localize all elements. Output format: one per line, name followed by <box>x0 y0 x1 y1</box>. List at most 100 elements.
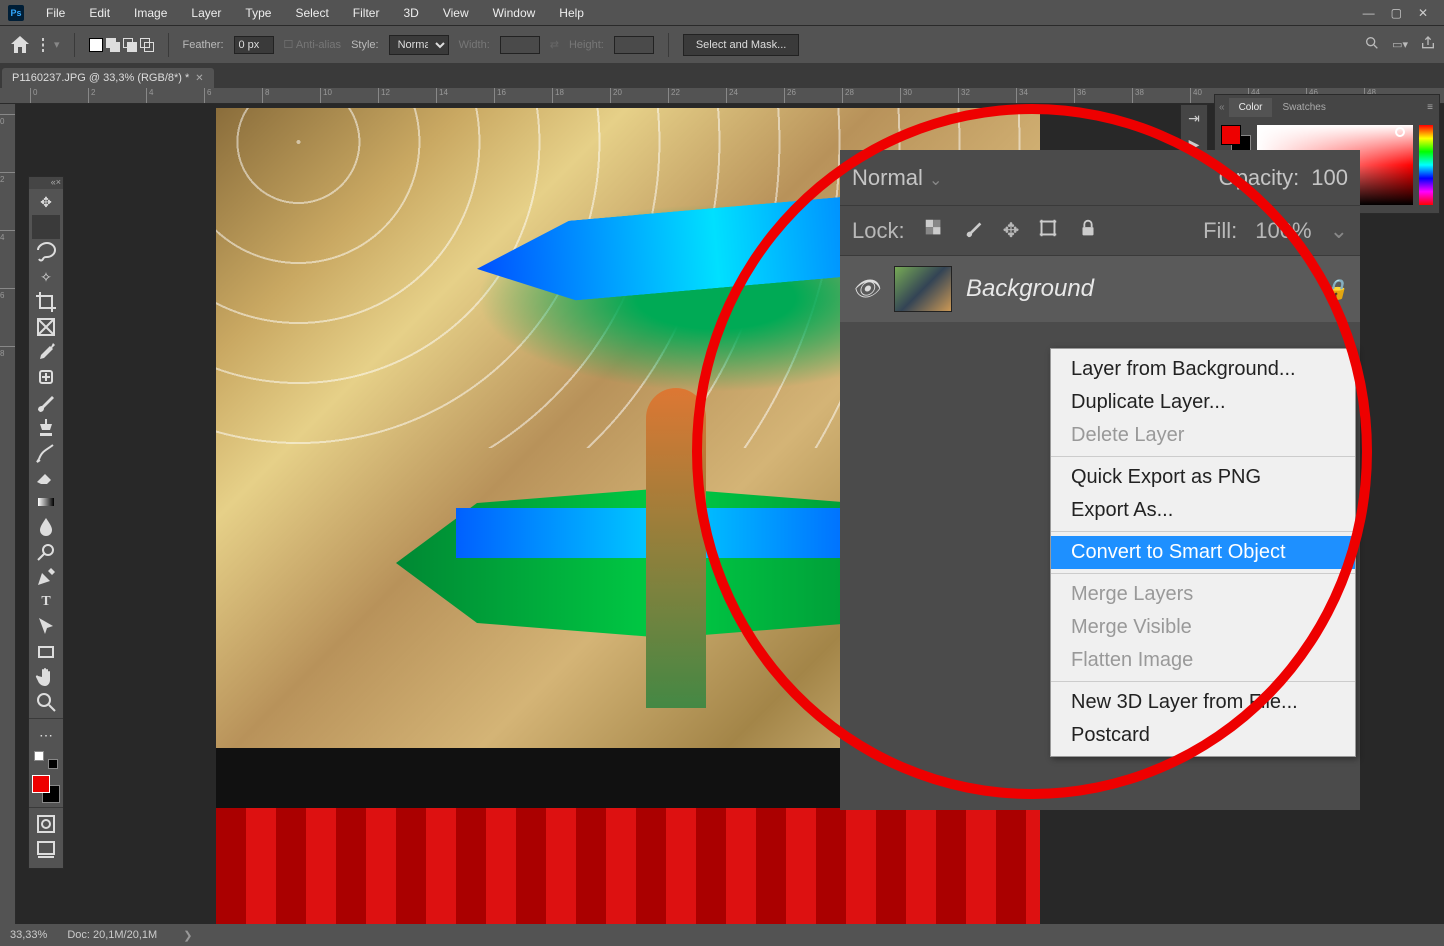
close-button[interactable]: ✕ <box>1418 6 1428 20</box>
rectangle-tool[interactable] <box>32 640 60 664</box>
doc-info-menu-icon[interactable]: ❯ <box>183 929 192 942</box>
lock-artboard-icon[interactable] <box>1037 217 1059 245</box>
add-selection-icon[interactable] <box>106 38 120 52</box>
layer-visibility-icon[interactable]: 👁 <box>852 276 880 302</box>
width-input <box>500 36 540 54</box>
lock-label: Lock: <box>852 218 905 244</box>
document-tabs: P1160237.JPG @ 33,3% (RGB/8*) * ✕ <box>0 63 1444 88</box>
ctx-item[interactable]: New 3D Layer from File... <box>1051 686 1355 719</box>
workspace-switcher-icon[interactable]: ▭▾ <box>1392 38 1408 51</box>
height-input <box>614 36 654 54</box>
healing-brush-tool[interactable] <box>32 365 60 389</box>
panel-expand-icon[interactable]: ⇥ <box>1181 105 1207 131</box>
zoom-tool[interactable] <box>32 690 60 714</box>
frame-tool[interactable] <box>32 315 60 339</box>
marquee-tool[interactable] <box>32 215 60 239</box>
ctx-item[interactable]: Quick Export as PNG <box>1051 461 1355 494</box>
crop-tool[interactable] <box>32 290 60 314</box>
lock-all-icon[interactable] <box>1077 217 1099 245</box>
menu-select[interactable]: Select <box>285 3 338 23</box>
toolbox-close-icon[interactable]: × <box>56 177 61 189</box>
menu-type[interactable]: Type <box>235 3 281 23</box>
screen-mode-icon[interactable] <box>32 837 60 861</box>
pen-tool[interactable] <box>32 565 60 589</box>
lock-transparency-icon[interactable] <box>923 217 945 245</box>
dodge-tool[interactable] <box>32 540 60 564</box>
blur-tool[interactable] <box>32 515 60 539</box>
edit-toolbar-icon[interactable]: ⋯ <box>32 723 60 747</box>
menu-layer[interactable]: Layer <box>181 3 231 23</box>
path-selection-tool[interactable] <box>32 615 60 639</box>
status-bar: 33,33% Doc: 20,1M/20,1M ❯ <box>0 924 1444 946</box>
antialias-checkbox: ☐ Anti-alias <box>284 38 342 51</box>
panel-menu-icon[interactable]: ≡ <box>1421 102 1439 113</box>
ctx-item[interactable]: Export As... <box>1051 494 1355 527</box>
menubar: Ps File Edit Image Layer Type Select Fil… <box>0 0 1444 25</box>
foreground-background-swatch[interactable] <box>32 775 60 803</box>
style-select[interactable]: Normal <box>389 35 449 55</box>
ctx-item[interactable]: Layer from Background... <box>1051 353 1355 386</box>
height-label: Height: <box>569 39 604 51</box>
home-button[interactable] <box>8 33 32 57</box>
blend-mode-select[interactable]: Normal ⌄ <box>852 165 1207 191</box>
brush-tool[interactable] <box>32 390 60 414</box>
doc-info[interactable]: Doc: 20,1M/20,1M <box>67 929 157 941</box>
share-icon[interactable] <box>1420 35 1436 54</box>
ctx-item[interactable]: Postcard <box>1051 719 1355 752</box>
ctx-item[interactable]: Convert to Smart Object <box>1051 536 1355 569</box>
gradient-tool[interactable] <box>32 490 60 514</box>
layer-background-row[interactable]: 👁 Background 🔒 <box>840 256 1360 322</box>
layer-name[interactable]: Background <box>966 275 1094 303</box>
history-brush-tool[interactable] <box>32 440 60 464</box>
eyedropper-tool[interactable] <box>32 340 60 364</box>
menu-image[interactable]: Image <box>124 3 177 23</box>
app-logo: Ps <box>8 5 24 21</box>
toolbox: « × ✥ ✧ T ⋯ <box>28 176 64 869</box>
lock-image-icon[interactable] <box>963 217 985 245</box>
layer-lock-icon[interactable]: 🔒 <box>1323 277 1348 302</box>
selection-mode-icons[interactable] <box>89 38 154 52</box>
minimize-button[interactable]: — <box>1363 6 1375 20</box>
select-and-mask-button[interactable]: Select and Mask... <box>683 34 800 56</box>
default-colors-icon[interactable] <box>32 751 60 769</box>
panel-collapse-icon[interactable]: « <box>1215 102 1229 113</box>
marquee-tool-icon[interactable] <box>42 39 44 51</box>
layer-thumbnail[interactable] <box>894 266 952 312</box>
document-tab[interactable]: P1160237.JPG @ 33,3% (RGB/8*) * ✕ <box>2 68 214 88</box>
type-tool[interactable]: T <box>32 590 60 614</box>
menu-view[interactable]: View <box>433 3 479 23</box>
opacity-value[interactable]: 100 <box>1311 165 1348 191</box>
menu-window[interactable]: Window <box>483 3 546 23</box>
maximize-button[interactable]: ▢ <box>1391 6 1402 20</box>
quick-mask-icon[interactable] <box>32 812 60 836</box>
hand-tool[interactable] <box>32 665 60 689</box>
subtract-selection-icon[interactable] <box>123 38 137 52</box>
lock-position-icon[interactable]: ✥ <box>1003 218 1020 243</box>
eraser-tool[interactable] <box>32 465 60 489</box>
fill-value[interactable]: 100% <box>1255 218 1311 244</box>
menu-file[interactable]: File <box>36 3 75 23</box>
menu-edit[interactable]: Edit <box>79 3 120 23</box>
opacity-label: Opacity: <box>1219 165 1300 191</box>
menu-help[interactable]: Help <box>549 3 594 23</box>
intersect-selection-icon[interactable] <box>140 38 154 52</box>
feather-input[interactable] <box>234 36 274 54</box>
fill-label: Fill: <box>1203 218 1237 244</box>
lasso-tool[interactable] <box>32 240 60 264</box>
search-icon[interactable] <box>1364 35 1380 54</box>
ctx-item: Delete Layer <box>1051 419 1355 452</box>
magic-wand-tool[interactable]: ✧ <box>32 265 60 289</box>
new-selection-icon[interactable] <box>89 38 103 52</box>
hue-slider[interactable] <box>1419 125 1433 205</box>
menu-3d[interactable]: 3D <box>393 3 428 23</box>
close-tab-icon[interactable]: ✕ <box>195 73 203 84</box>
swatches-tab[interactable]: Swatches <box>1272 98 1335 117</box>
feather-label: Feather: <box>183 39 224 51</box>
ctx-item: Merge Layers <box>1051 578 1355 611</box>
menu-filter[interactable]: Filter <box>343 3 390 23</box>
move-tool[interactable]: ✥ <box>32 190 60 214</box>
clone-stamp-tool[interactable] <box>32 415 60 439</box>
ctx-item[interactable]: Duplicate Layer... <box>1051 386 1355 419</box>
color-tab[interactable]: Color <box>1229 98 1273 117</box>
zoom-level[interactable]: 33,33% <box>10 929 47 941</box>
